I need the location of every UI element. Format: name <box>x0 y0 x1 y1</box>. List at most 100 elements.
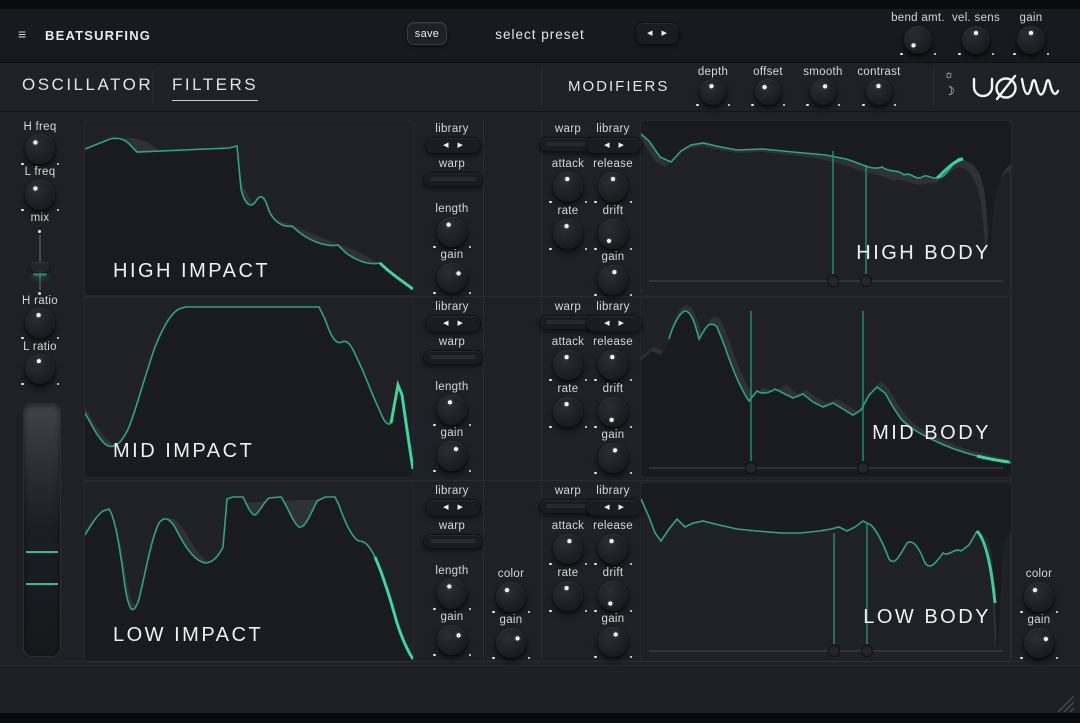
length-knob[interactable] <box>433 395 471 426</box>
body-range-handle[interactable] <box>857 462 869 474</box>
drift-label: drift <box>602 383 624 395</box>
library-selector: ◀ ▶ <box>586 499 642 516</box>
l-ratio-label: L ratio <box>23 341 57 353</box>
length-label: length <box>435 565 469 577</box>
impact-gain-knob[interactable] <box>433 625 471 656</box>
body-color-knob[interactable] <box>1020 582 1058 613</box>
attack-knob[interactable] <box>549 172 587 203</box>
l-ratio-knob[interactable] <box>21 354 59 385</box>
library-prev-icon[interactable]: ◀ <box>443 504 448 511</box>
library-next-icon[interactable]: ▶ <box>619 320 624 327</box>
drift-knob[interactable] <box>594 397 632 428</box>
body-gain-knob[interactable] <box>594 443 632 474</box>
release-label: release <box>593 158 633 170</box>
body-color-gain-knob[interactable] <box>1020 628 1058 659</box>
impact-color-knob[interactable] <box>492 582 530 613</box>
contrast-knob[interactable] <box>862 79 896 106</box>
resize-grip-icon[interactable] <box>1048 686 1074 712</box>
gain-label: gain <box>601 251 625 263</box>
library-label: library <box>596 485 630 497</box>
drift-knob[interactable] <box>594 219 632 250</box>
impact-gain-knob[interactable] <box>433 263 471 294</box>
library-prev-icon[interactable]: ◀ <box>604 504 609 511</box>
tab-oscillator[interactable]: OSCILLATOR <box>22 75 153 95</box>
depth-label: depth <box>697 66 729 78</box>
body-range-handle[interactable] <box>828 645 840 657</box>
tab-bar: OSCILLATOR FILTERS MODIFIERS depth offse… <box>0 62 1080 112</box>
bend-amt-knob[interactable] <box>900 26 936 55</box>
library-selector: ◀ ▶ <box>425 499 481 516</box>
warp-slider[interactable] <box>423 172 483 187</box>
library-prev-icon[interactable]: ◀ <box>443 142 448 149</box>
fader-marker-line <box>26 583 58 585</box>
select-preset-label: select preset <box>495 27 585 42</box>
preset-next-icon[interactable]: ▶ <box>662 30 667 37</box>
library-label: library <box>435 123 469 135</box>
body-range-handle[interactable] <box>861 645 873 657</box>
high-body-curve[interactable] <box>641 121 1011 259</box>
panel-title: LOW IMPACT <box>113 624 264 646</box>
library-next-icon[interactable]: ▶ <box>619 504 624 511</box>
library-next-icon[interactable]: ▶ <box>458 320 463 327</box>
preset-prev-icon[interactable]: ◀ <box>647 30 652 37</box>
warp-slider[interactable] <box>423 350 483 365</box>
attack-knob[interactable] <box>549 534 587 565</box>
l-freq-knob[interactable] <box>21 180 59 211</box>
drift-knob[interactable] <box>594 581 632 612</box>
save-button[interactable]: save <box>407 22 447 45</box>
library-next-icon[interactable]: ▶ <box>458 142 463 149</box>
panel-title: HIGH BODY <box>856 242 991 264</box>
modifiers-label: MODIFIERS <box>568 78 670 95</box>
library-label: library <box>435 301 469 313</box>
h-ratio-knob[interactable] <box>21 308 59 339</box>
output-fader[interactable] <box>23 403 61 657</box>
release-knob[interactable] <box>594 172 632 203</box>
impact-gain-knob[interactable] <box>433 441 471 472</box>
mid-body-panel: MID BODY <box>640 298 1012 478</box>
attack-knob[interactable] <box>549 350 587 381</box>
drift-label: drift <box>602 567 624 579</box>
body-range-handle[interactable] <box>827 275 839 287</box>
depth-knob[interactable] <box>696 79 730 106</box>
header-gain-knob[interactable] <box>1013 26 1049 55</box>
offset-knob[interactable] <box>751 79 785 106</box>
library-prev-icon[interactable]: ◀ <box>443 320 448 327</box>
impact-color-gain-knob[interactable] <box>492 628 530 659</box>
library-prev-icon[interactable]: ◀ <box>604 320 609 327</box>
library-next-icon[interactable]: ▶ <box>619 142 624 149</box>
body-gain-knob[interactable] <box>594 265 632 296</box>
contrast-label: contrast <box>857 66 901 78</box>
smooth-knob[interactable] <box>806 79 840 106</box>
mid-body-curve[interactable] <box>641 311 1011 477</box>
rate-knob[interactable] <box>549 397 587 428</box>
body-range-handle[interactable] <box>860 275 872 287</box>
panel-title: MID IMPACT <box>113 440 255 462</box>
warp-slider[interactable] <box>423 534 483 549</box>
rate-knob[interactable] <box>549 219 587 250</box>
mix-slider-handle[interactable] <box>31 262 49 272</box>
tab-filters[interactable]: FILTERS <box>172 75 259 101</box>
body-gain-knob[interactable] <box>594 627 632 658</box>
vel-sens-knob[interactable] <box>958 26 994 55</box>
high-body-panel: HIGH BODY <box>640 120 1012 296</box>
library-next-icon[interactable]: ▶ <box>458 504 463 511</box>
body-range-handle[interactable] <box>745 462 757 474</box>
release-knob[interactable] <box>594 350 632 381</box>
sun-icon[interactable]: ☼ <box>944 70 954 81</box>
length-knob[interactable] <box>433 217 471 248</box>
h-ratio-label: H ratio <box>22 295 58 307</box>
library-prev-icon[interactable]: ◀ <box>604 142 609 149</box>
section-divider <box>541 68 542 106</box>
window-top-strip <box>0 0 1080 9</box>
menu-icon[interactable]: ≡ <box>18 26 26 42</box>
mix-slider-glow <box>33 273 47 276</box>
mix-slider-top-dot <box>38 230 41 233</box>
moon-icon[interactable]: ☽ <box>944 85 955 97</box>
footer-bar <box>0 665 1080 714</box>
low-impact-panel: LOW IMPACT <box>84 482 414 662</box>
rate-knob[interactable] <box>549 581 587 612</box>
length-knob[interactable] <box>433 579 471 610</box>
release-knob[interactable] <box>594 534 632 565</box>
release-label: release <box>593 336 633 348</box>
h-freq-knob[interactable] <box>21 134 59 165</box>
